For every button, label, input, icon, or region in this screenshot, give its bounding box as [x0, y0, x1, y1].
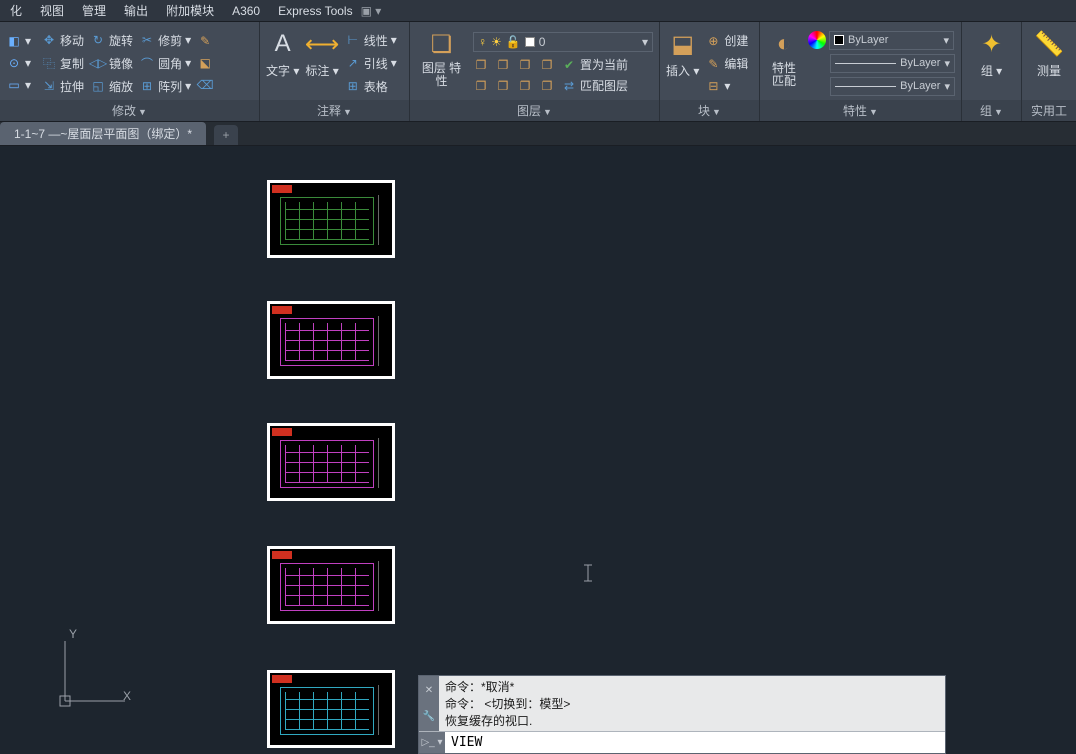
layer-tool[interactable]: ❐	[517, 77, 533, 94]
wrench-icon[interactable]: 🔧	[423, 711, 435, 722]
menu-item[interactable]: 附加模块	[166, 2, 214, 19]
layer-combo[interactable]: ♀ ☀ 🔓 0 ▾	[473, 32, 653, 52]
command-handle[interactable]: ✕ 🔧	[419, 676, 439, 731]
menu-item[interactable]: 管理	[82, 2, 106, 19]
panel-annotate: A 文字 ▾ ⟷ 标注 ▾ ⊢线性 ▾ ↗引线 ▾ ⊞表格 注释▼	[260, 22, 410, 121]
match-props-button[interactable]: ◐ 特性 匹配	[766, 28, 802, 98]
linetype-combo[interactable]: ByLayer ▾	[830, 77, 955, 96]
edit-block-button[interactable]: ✎编辑	[705, 55, 748, 72]
tool-explode[interactable]: ⬕	[197, 55, 213, 71]
color-swatch	[834, 35, 844, 45]
layer-tool[interactable]: ❐	[473, 77, 489, 94]
panel-title[interactable]: 特性▼	[760, 100, 961, 121]
chevron-down-icon: ▾	[944, 57, 950, 70]
command-history: 命令：*取消* 命令： <切换到：模型> 恢复缓存的视口.	[445, 678, 939, 729]
color-wheel-icon[interactable]	[808, 31, 826, 49]
menu-bar: 化 视图 管理 输出 附加模块 A360 Express Tools ▣ ▾	[0, 0, 1076, 22]
panel-title[interactable]: 修改▼	[0, 100, 259, 121]
chevron-down-icon: ▾	[642, 35, 648, 49]
set-current-button[interactable]: ✔置为当前	[561, 56, 628, 73]
drawing-thumbnail[interactable]	[267, 423, 395, 501]
ribbon: ◧▾ ⊙▾ ▭▾ ✥移动 ⿻复制 ⇲拉伸 ↻旋转 ◁▷镜像 ◱缩放 ✂修剪 ▾ …	[0, 22, 1076, 122]
menu-item[interactable]: Express Tools	[278, 4, 352, 18]
stretch-button[interactable]: ⇲拉伸	[41, 78, 84, 95]
drawing-area[interactable]: X Y ✕ 🔧 命令：*取消* 命令： <切换到：模型> 恢复缓存的视口. ▷_…	[0, 146, 1076, 754]
panel-layers: ❏ 图层 特性 ♀ ☀ 🔓 0 ▾ ❐ ❐ ❐ ❐ ✔置为当前	[410, 22, 660, 121]
command-history-line: 命令： <切换到：模型>	[445, 695, 939, 712]
layer-properties-button[interactable]: ❏ 图层 特性	[416, 28, 467, 98]
menu-item[interactable]: A360	[232, 4, 260, 18]
panel-title[interactable]: 图层▼	[410, 100, 659, 121]
layer-tool[interactable]: ❐	[539, 77, 555, 94]
leader-button[interactable]: ↗引线 ▾	[345, 55, 397, 72]
block-tool[interactable]: ⊟▾	[705, 78, 748, 94]
copy-button[interactable]: ⿻复制	[41, 55, 84, 72]
drawing-thumbnail[interactable]	[267, 670, 395, 748]
tool-brush[interactable]: ✎	[197, 33, 213, 49]
command-window: ✕ 🔧 命令：*取消* 命令： <切换到：模型> 恢复缓存的视口. ▷_ ▾	[418, 675, 946, 754]
sun-icon: ☀	[491, 35, 502, 49]
layer-tool[interactable]: ❐	[517, 56, 533, 73]
layer-name: 0	[539, 35, 546, 49]
document-tabs: 1-1~7 —~屋面层平面图（绑定）* +	[0, 122, 1076, 146]
lineweight-combo[interactable]: ByLayer ▾	[830, 54, 955, 73]
text-cursor-icon	[583, 564, 585, 580]
create-block-button[interactable]: ⊕创建	[705, 32, 748, 49]
panel-block: ⬓ 插入 ▾ ⊕创建 ✎编辑 ⊟▾ 块▼	[660, 22, 760, 121]
command-history-line: 恢复缓存的视口.	[445, 712, 939, 729]
menu-item[interactable]: 化	[10, 2, 22, 19]
fillet-button[interactable]: ⌒圆角 ▾	[139, 55, 191, 72]
chevron-down-icon: ▾	[944, 80, 950, 93]
move-button[interactable]: ✥移动	[41, 32, 84, 49]
tool-generic[interactable]: ▭▾	[6, 77, 31, 93]
command-history-line: 命令：*取消*	[445, 678, 939, 695]
measure-button[interactable]: 📏 测量	[1033, 28, 1065, 98]
match-layer-button[interactable]: ⇄匹配图层	[561, 77, 628, 94]
layer-tool[interactable]: ❐	[495, 56, 511, 73]
add-tab-button[interactable]: +	[214, 125, 238, 145]
drawing-thumbnail[interactable]	[267, 301, 395, 379]
panel-group: ✦ 组 ▾ 组▼	[962, 22, 1022, 121]
ucs-icon: X Y	[55, 631, 135, 714]
panel-utilities: 📏 测量 实用工	[1022, 22, 1076, 121]
panel-title[interactable]: 实用工	[1022, 100, 1076, 121]
lightbulb-icon: ♀	[478, 35, 487, 49]
panel-title[interactable]: 块▼	[660, 100, 759, 121]
linear-button[interactable]: ⊢线性 ▾	[345, 32, 397, 49]
menu-item[interactable]: 视图	[40, 2, 64, 19]
group-button[interactable]: ✦ 组 ▾	[976, 28, 1008, 98]
close-icon[interactable]: ✕	[425, 685, 433, 696]
scale-button[interactable]: ◱缩放	[90, 78, 133, 95]
drawing-thumbnail[interactable]	[267, 546, 395, 624]
array-button[interactable]: ⊞阵列 ▾	[139, 78, 191, 95]
chevron-down-icon: ▾	[943, 34, 949, 47]
trim-button[interactable]: ✂修剪 ▾	[139, 32, 191, 49]
color-swatch	[525, 37, 535, 47]
table-button[interactable]: ⊞表格	[345, 78, 397, 95]
tool-erase[interactable]: ⌫	[197, 77, 213, 93]
color-combo[interactable]: ByLayer ▾	[829, 31, 954, 50]
command-input[interactable]	[445, 735, 945, 750]
panel-properties: ◐ 特性 匹配 ByLayer ▾ ByLayer ▾	[760, 22, 962, 121]
panel-modify: ◧▾ ⊙▾ ▭▾ ✥移动 ⿻复制 ⇲拉伸 ↻旋转 ◁▷镜像 ◱缩放 ✂修剪 ▾ …	[0, 22, 260, 121]
lock-icon: 🔓	[506, 35, 521, 49]
drawing-thumbnail[interactable]	[267, 180, 395, 258]
menu-item[interactable]: 输出	[124, 2, 148, 19]
panel-title[interactable]: 组▼	[962, 100, 1021, 121]
insert-button[interactable]: ⬓ 插入 ▾	[666, 28, 699, 98]
rotate-button[interactable]: ↻旋转	[90, 32, 133, 49]
tool-generic[interactable]: ◧▾	[6, 33, 31, 49]
panel-title[interactable]: 注释▼	[260, 100, 409, 121]
layer-tool[interactable]: ❐	[495, 77, 511, 94]
layer-tool[interactable]: ❐	[473, 56, 489, 73]
panel-menu-icon[interactable]: ▣ ▾	[361, 4, 382, 18]
layer-tool[interactable]: ❐	[539, 56, 555, 73]
document-tab[interactable]: 1-1~7 —~屋面层平面图（绑定）*	[0, 122, 206, 145]
mirror-button[interactable]: ◁▷镜像	[90, 55, 133, 72]
dimension-button[interactable]: ⟷ 标注 ▾	[305, 28, 338, 98]
command-prompt-icon[interactable]: ▷_ ▾	[419, 732, 445, 753]
tool-generic[interactable]: ⊙▾	[6, 55, 31, 71]
text-button[interactable]: A 文字 ▾	[266, 28, 299, 98]
